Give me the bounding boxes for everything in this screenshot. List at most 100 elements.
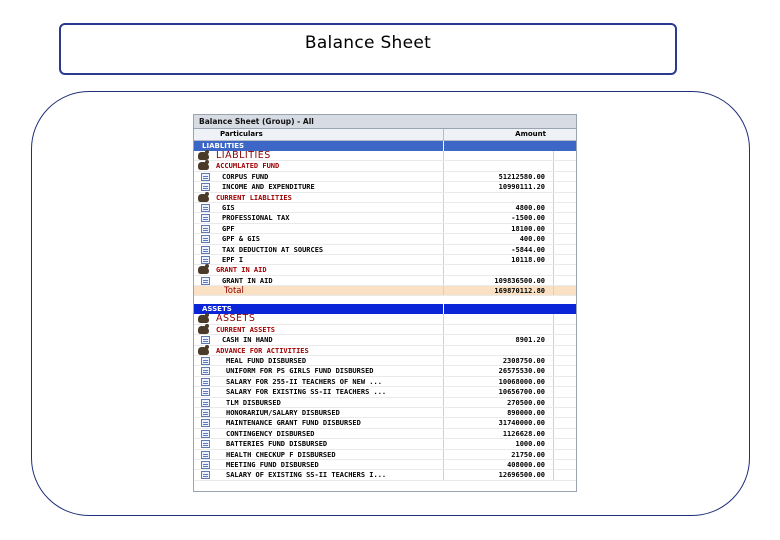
row-label: GIS bbox=[216, 202, 444, 213]
table-row[interactable]: TLM DISBURSED 270500.00 bbox=[194, 397, 576, 408]
row-label: CURRENT ASSETS bbox=[216, 324, 444, 335]
column-header-particulars[interactable]: Particulars bbox=[194, 129, 444, 140]
table-row[interactable]: CURRENT LIABLITIES bbox=[194, 191, 576, 203]
row-label: GPF bbox=[216, 223, 444, 234]
table-row[interactable]: MEAL FUND DISBURSED 2308750.00 bbox=[194, 356, 576, 367]
document-icon bbox=[201, 357, 210, 366]
row-label: BATTERIES FUND DISBURSED bbox=[216, 439, 444, 449]
row-label: TLM DISBURSED bbox=[216, 397, 444, 407]
row-label: UNIFORM FOR PS GIRLS FUND DISBURSED bbox=[216, 366, 444, 376]
table-row[interactable]: SALARY FOR 255-II TEACHERS OF NEW ... 100… bbox=[194, 376, 576, 388]
table-row[interactable]: HEALTH CHECKUP F DISBURSED 21750.00 bbox=[194, 449, 576, 460]
assets-heading: ASSETS bbox=[216, 314, 444, 324]
document-icon bbox=[201, 203, 210, 212]
table-row[interactable]: CORPUS FUND 51212580.00 bbox=[194, 171, 576, 183]
table-row[interactable]: ACCUMLATED FUND bbox=[194, 160, 576, 172]
document-icon bbox=[201, 224, 210, 233]
row-label: SALARY FOR EXISTING SS-II TEACHERS ... bbox=[216, 387, 444, 397]
document-icon bbox=[201, 336, 210, 345]
row-label: GPF & GIS bbox=[216, 234, 444, 244]
row-label: CONTINGENCY DISBURSED bbox=[216, 428, 444, 439]
hand-icon bbox=[198, 191, 209, 202]
row-label: SALARY OF EXISTING SS-II TEACHERS I... bbox=[216, 470, 444, 480]
table-row[interactable]: BATTERIES FUND DISBURSED 1000.00 bbox=[194, 439, 576, 450]
row-amount: 12696500.00 bbox=[444, 470, 554, 480]
table-row[interactable]: MEETING FUND DISBURSED 408000.00 bbox=[194, 459, 576, 471]
table-row[interactable]: EPF I 10118.00 bbox=[194, 254, 576, 266]
balance-sheet-window: Balance Sheet (Group) - All Particulars … bbox=[193, 114, 577, 492]
row-amount: 109836500.00 bbox=[444, 275, 554, 286]
hand-icon bbox=[198, 150, 209, 160]
document-icon bbox=[201, 235, 210, 244]
document-icon bbox=[201, 471, 210, 480]
row-label: CURRENT LIABLITIES bbox=[216, 192, 444, 202]
row-amount: 8901.20 bbox=[444, 335, 554, 345]
document-icon bbox=[201, 245, 210, 254]
row-amount: 21750.00 bbox=[444, 449, 554, 459]
slide-title-box: Balance Sheet bbox=[59, 23, 677, 75]
table-row[interactable]: ADVANCE FOR ACTIVITIES bbox=[194, 344, 576, 357]
table-row[interactable]: TAX DEDUCTION AT SOURCES -5844.00 bbox=[194, 244, 576, 255]
hand-icon bbox=[198, 264, 209, 275]
row-amount: 1000.00 bbox=[444, 439, 554, 449]
document-icon bbox=[201, 255, 210, 264]
document-icon bbox=[201, 367, 210, 376]
document-icon bbox=[201, 172, 210, 181]
row-amount: 10990111.20 bbox=[444, 182, 554, 192]
total-label: Total bbox=[216, 286, 444, 296]
assets-heading-row[interactable]: ASSETS bbox=[194, 313, 576, 325]
total-row[interactable]: Total 169870112.80 bbox=[194, 286, 576, 297]
row-amount: 270500.00 bbox=[444, 397, 554, 407]
table-row[interactable]: GPF 18100.00 bbox=[194, 223, 576, 235]
table-header: Particulars Amount bbox=[194, 129, 576, 141]
column-header-amount[interactable]: Amount bbox=[444, 129, 554, 140]
document-icon bbox=[201, 388, 210, 397]
document-icon bbox=[201, 460, 210, 469]
row-label: CORPUS FUND bbox=[216, 171, 444, 182]
table-row[interactable]: MAINTENANCE GRANT FUND DISBURSED 31740000… bbox=[194, 418, 576, 429]
hand-icon bbox=[198, 323, 209, 334]
row-amount: 18100.00 bbox=[444, 223, 554, 234]
row-label: MAINTENANCE GRANT FUND DISBURSED bbox=[216, 418, 444, 428]
hand-icon bbox=[198, 160, 209, 171]
table-row[interactable]: GPF & GIS 400.00 bbox=[194, 234, 576, 245]
table-row[interactable]: CONTINGENCY DISBURSED 1126628.00 bbox=[194, 428, 576, 440]
table-row[interactable]: SALARY FOR EXISTING SS-II TEACHERS ... 10… bbox=[194, 387, 576, 398]
row-amount: 4800.00 bbox=[444, 202, 554, 213]
liabilities-bar-label: LIABLITIES bbox=[194, 141, 444, 151]
row-amount: 1126628.00 bbox=[444, 428, 554, 439]
document-icon bbox=[201, 214, 210, 223]
table-row[interactable]: INCOME AND EXPENDITURE 10990111.20 bbox=[194, 182, 576, 193]
row-label: MEETING FUND DISBURSED bbox=[216, 459, 444, 470]
document-icon bbox=[201, 440, 210, 449]
assets-section-bar[interactable]: ASSETS bbox=[194, 304, 576, 315]
row-amount bbox=[444, 192, 554, 202]
row-amount: 2308750.00 bbox=[444, 356, 554, 366]
table-row[interactable]: GRANT IN AID bbox=[194, 264, 576, 276]
table-row[interactable]: CURRENT ASSETS bbox=[194, 323, 576, 336]
table-row[interactable]: UNIFORM FOR PS GIRLS FUND DISBURSED 26575… bbox=[194, 366, 576, 377]
table-row[interactable]: PROFESSIONAL TAX -1500.00 bbox=[194, 213, 576, 224]
row-label: HEALTH CHECKUP F DISBURSED bbox=[216, 449, 444, 459]
row-label: TAX DEDUCTION AT SOURCES bbox=[216, 244, 444, 254]
hand-icon bbox=[198, 313, 209, 324]
row-label: CASH IN HAND bbox=[216, 335, 444, 345]
row-amount: 890000.00 bbox=[444, 407, 554, 418]
liabilities-heading-row[interactable]: LIABLITIES bbox=[194, 150, 576, 162]
table-row[interactable]: SALARY OF EXISTING SS-II TEACHERS I... 12… bbox=[194, 470, 576, 481]
liabilities-list: ACCUMLATED FUND CORPUS FUND 51212580.00 INC… bbox=[194, 160, 576, 287]
table-row[interactable]: HONORARIUM/SALARY DISBURSED 890000.00 bbox=[194, 407, 576, 419]
table-row[interactable]: CASH IN HAND 8901.20 bbox=[194, 335, 576, 346]
row-amount: -1500.00 bbox=[444, 213, 554, 223]
document-icon bbox=[201, 429, 210, 438]
row-amount: 10118.00 bbox=[444, 254, 554, 265]
table-row[interactable]: GRANT IN AID 109836500.00 bbox=[194, 275, 576, 287]
document-icon bbox=[201, 377, 210, 386]
document-icon bbox=[201, 276, 210, 285]
table-row[interactable]: GIS 4800.00 bbox=[194, 202, 576, 214]
row-label: ACCUMLATED FUND bbox=[216, 161, 444, 171]
row-amount bbox=[444, 161, 554, 171]
row-amount: 400.00 bbox=[444, 234, 554, 244]
row-amount bbox=[444, 324, 554, 335]
liabilities-section-bar[interactable]: LIABLITIES bbox=[194, 141, 576, 151]
